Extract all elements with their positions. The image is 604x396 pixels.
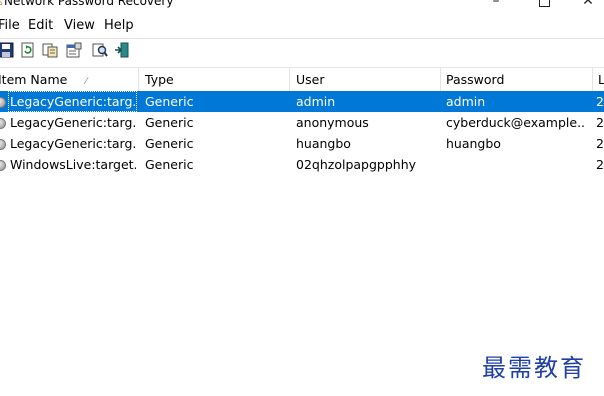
refresh-button[interactable]: [20, 42, 36, 58]
maximize-icon: [538, 0, 550, 7]
properties-icon: [66, 42, 82, 58]
cell-user: huangbo: [296, 136, 351, 151]
menu-file[interactable]: File: [0, 18, 20, 34]
cell-last: 2: [596, 94, 604, 109]
cell-last: 2: [596, 157, 604, 172]
column-header-type[interactable]: Type: [139, 68, 290, 91]
save-icon: [0, 42, 14, 58]
cell-password: [446, 154, 586, 175]
minimize-icon: –: [492, 0, 500, 9]
minimize-button[interactable]: –: [482, 0, 510, 9]
cell-item-name: WindowsLive:target...: [10, 157, 136, 172]
copy-button[interactable]: [42, 42, 58, 58]
cell-type: Generic: [145, 157, 194, 172]
row-bullet: [0, 154, 7, 175]
column-header-label: Type: [145, 72, 174, 87]
exit-button[interactable]: [114, 42, 130, 58]
refresh-icon: [21, 42, 34, 58]
table-row[interactable]: LegacyGeneric:targ... Generic anonymous …: [0, 112, 604, 133]
cell-user: admin: [296, 94, 336, 109]
menu-help[interactable]: Help: [104, 18, 134, 34]
table-row[interactable]: LegacyGeneric:targ... Generic admin admi…: [0, 91, 604, 112]
cell-type: Generic: [145, 136, 194, 151]
column-header-label: L: [598, 72, 604, 87]
column-header-item-name[interactable]: Item Name ⁄: [0, 68, 139, 91]
cell-user: 02qhzolpapgpphhy: [296, 157, 417, 172]
toolbar: [0, 38, 604, 65]
cell-password: huangbo: [446, 136, 501, 151]
row-bullet: [0, 133, 7, 154]
title-bar: ♙ Network Password Recovery – ✕: [0, 0, 604, 12]
cell-type: Generic: [145, 115, 194, 130]
window-title: Network Password Recovery: [4, 0, 174, 8]
close-button[interactable]: ✕: [574, 0, 602, 9]
row-bullet: [0, 112, 7, 133]
exit-icon: [115, 42, 129, 58]
cell-item-name: LegacyGeneric:targ...: [10, 136, 136, 151]
row-bullet: [0, 91, 7, 112]
cell-password: cyberduck@example....: [446, 115, 586, 130]
column-header-password[interactable]: Password: [440, 68, 593, 91]
cell-item-name: LegacyGeneric:targ...: [10, 94, 136, 109]
menu-bar: File Edit View Help: [0, 15, 604, 37]
column-header-label: Item Name: [0, 72, 68, 87]
cell-item-name: LegacyGeneric:targ...: [10, 115, 136, 130]
table-header: Item Name ⁄ Type User Password L: [0, 67, 604, 92]
copy-icon: [42, 43, 58, 58]
save-button[interactable]: [0, 42, 14, 58]
cell-last: 2: [596, 115, 604, 130]
watermark-text: 最需教育: [482, 354, 586, 382]
maximize-button[interactable]: [530, 0, 558, 9]
sort-indicator-icon: ⁄: [85, 77, 87, 87]
close-icon: ✕: [582, 0, 594, 9]
menu-edit[interactable]: Edit: [28, 18, 53, 34]
menu-view[interactable]: View: [64, 18, 95, 34]
table-row[interactable]: LegacyGeneric:targ... Generic huangbo hu…: [0, 133, 604, 154]
find-button[interactable]: [92, 42, 108, 58]
column-header-label: User: [296, 72, 325, 87]
column-header-last[interactable]: L: [592, 68, 604, 91]
table-row[interactable]: WindowsLive:target... Generic 02qhzolpap…: [0, 154, 604, 175]
item-bullet-icon: [0, 118, 6, 129]
properties-button[interactable]: [66, 42, 82, 58]
cell-password: admin: [446, 94, 486, 109]
cell-last: 2: [596, 136, 604, 151]
column-header-label: Password: [446, 72, 505, 87]
cell-type: Generic: [145, 94, 194, 109]
item-bullet-icon: [0, 139, 6, 150]
item-bullet-icon: [0, 160, 6, 171]
column-header-user[interactable]: User: [290, 68, 441, 91]
item-bullet-icon: [0, 97, 6, 108]
find-icon: [92, 43, 108, 57]
cell-user: anonymous: [296, 115, 369, 130]
